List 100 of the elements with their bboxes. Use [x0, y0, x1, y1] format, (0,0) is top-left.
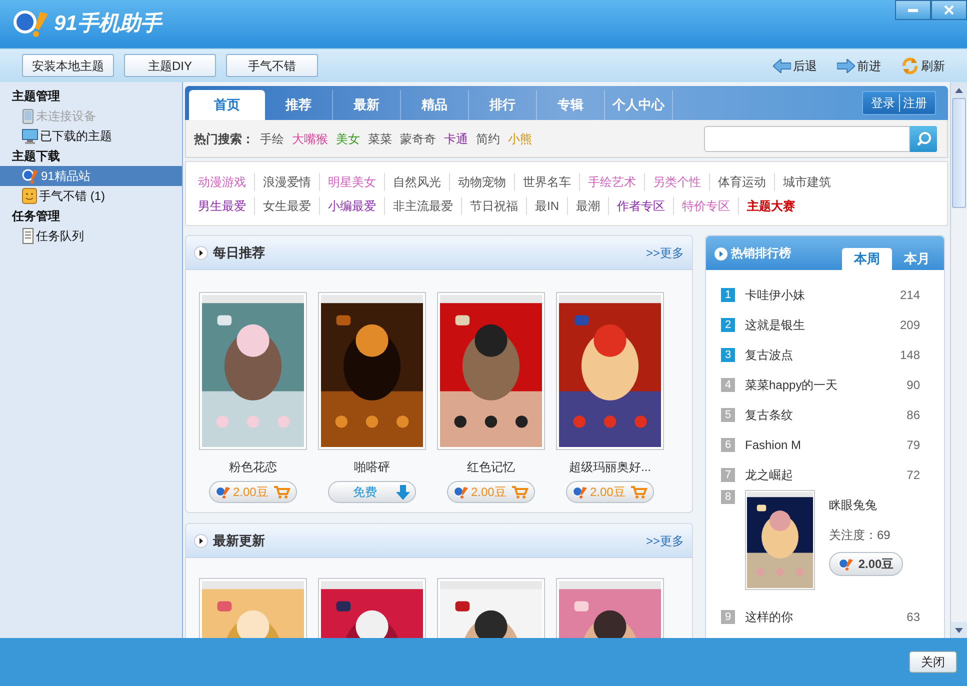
category-link[interactable]: 节日祝福 [461, 196, 526, 214]
theme-name: 啪嗒砰 [354, 459, 390, 476]
section-title: 最新更新 [213, 532, 265, 550]
rank-badge: 6 [721, 438, 735, 452]
rank-badge: 5 [721, 408, 735, 422]
category-link[interactable]: 城市建筑 [774, 172, 839, 190]
scroll-down-icon [955, 628, 963, 632]
download-count: 214 [900, 287, 920, 304]
theme-link[interactable]: 这样的你 [745, 608, 793, 626]
category-link[interactable]: 女生最爱 [254, 196, 319, 214]
theme-link[interactable]: 这就是银生 [745, 316, 805, 334]
document-icon [22, 228, 34, 244]
category-link[interactable]: 世界名车 [514, 172, 579, 190]
logo-icon [215, 486, 231, 498]
price-button[interactable]: 2.00豆 [829, 552, 903, 576]
logo-icon [22, 168, 39, 184]
left-arrow-icon [773, 58, 791, 72]
search-term-link[interactable]: 卡通 [444, 130, 468, 148]
minimize-button[interactable] [895, 0, 931, 20]
phone-icon [22, 108, 34, 124]
scrollbar-thumb[interactable] [952, 98, 966, 208]
search-term-link[interactable]: 大嘴猴 [292, 130, 328, 148]
refresh-icon [901, 56, 919, 74]
category-link[interactable]: 最潮 [567, 196, 608, 214]
cart-icon [511, 485, 529, 499]
more-link[interactable]: >>更多 [646, 244, 684, 262]
search-icon [916, 130, 932, 146]
theme-link[interactable]: 菜菜happy的一天 [745, 376, 838, 394]
play-icon [714, 247, 728, 261]
category-link[interactable]: 自然风光 [384, 172, 449, 190]
register-link[interactable]: 注册 [899, 94, 927, 112]
category-link[interactable]: 作者专区 [608, 196, 673, 214]
category-link[interactable]: 浪漫爱情 [254, 172, 319, 190]
theme-link[interactable]: 龙之崛起 [745, 466, 793, 484]
download-count: 148 [900, 347, 920, 364]
rank-badge: 1 [721, 288, 735, 302]
search-term-link[interactable]: 手绘 [260, 130, 284, 148]
theme-link[interactable]: 卡哇伊小妹 [745, 286, 805, 304]
rank-badge: 3 [721, 348, 735, 362]
rank-badge: 7 [721, 468, 735, 482]
monitor-icon [22, 128, 38, 144]
nav-button[interactable]: 刷新 [901, 56, 945, 74]
scroll-up-icon [955, 88, 963, 92]
sidebar-item[interactable]: 手气不错 (1) [0, 186, 182, 206]
toolbar-button[interactable]: 主题DIY [124, 54, 216, 77]
cart-icon [630, 485, 648, 499]
category-link[interactable]: 体育运动 [709, 172, 774, 190]
logo-icon [453, 486, 469, 498]
section-title: 每日推荐 [213, 244, 265, 262]
theme-link[interactable]: 复古条纹 [745, 406, 793, 424]
scrollbar[interactable] [950, 82, 967, 638]
theme-name[interactable]: 眯眼兔兔 [829, 496, 903, 514]
toolbar-button[interactable]: 手气不错 [226, 54, 318, 77]
rank-badge: 2 [721, 318, 735, 332]
toolbar-button[interactable]: 安装本地主题 [22, 54, 114, 77]
theme-link[interactable]: Fashion M [745, 436, 802, 454]
search-term-link[interactable]: 菜菜 [368, 130, 392, 148]
download-count: 86 [906, 407, 920, 424]
close-button[interactable]: 关闭 [909, 651, 957, 673]
category-link[interactable]: 非主流最爱 [384, 196, 461, 214]
smiley-icon [22, 188, 37, 204]
group-header: 主题下载 [11, 148, 61, 165]
play-icon [194, 534, 208, 548]
hot-search-label: 热门搜索： [194, 130, 254, 148]
download-count: 90 [906, 377, 920, 394]
sidebar-item[interactable]: 已下载的主题 [0, 126, 182, 146]
theme-name: 粉色花恋 [229, 459, 277, 476]
nav-button[interactable]: 前进 [837, 56, 881, 74]
download-count: 79 [906, 437, 920, 454]
sidebar-item[interactable]: 任务队列 [0, 226, 182, 246]
more-link[interactable]: >>更多 [646, 532, 684, 550]
sidebar-item[interactable]: 91精品站 [0, 166, 182, 186]
app-title: 91手机助手 [54, 11, 162, 38]
category-link[interactable]: 最IN [526, 196, 567, 214]
panel-title: 热销排行榜 [731, 245, 791, 262]
group-header: 主题管理 [11, 88, 61, 105]
download-count: 209 [900, 317, 920, 334]
category-link[interactable]: 主题大赛 [738, 196, 803, 214]
search-term-link[interactable]: 蒙奇奇 [400, 130, 436, 148]
search-term-link[interactable]: 简约 [476, 130, 500, 148]
category-link[interactable]: 小编最爱 [319, 196, 384, 214]
tab[interactable]: 本周 [842, 248, 892, 270]
tab[interactable]: 首页 [189, 90, 265, 120]
theme-name: 超级玛丽奥好... [568, 459, 651, 476]
group-header: 任务管理 [10, 208, 61, 225]
search-button[interactable] [910, 126, 937, 152]
attention-count: 关注度：69 [829, 527, 892, 544]
nav-button[interactable]: 后退 [773, 56, 817, 74]
rank-badge: 8 [721, 490, 735, 504]
logo-icon [572, 486, 588, 498]
category-link[interactable]: 男生最爱 [196, 196, 254, 214]
minimize-icon [908, 8, 918, 12]
download-icon [396, 484, 410, 500]
login-link[interactable]: 登录 [871, 94, 899, 112]
category-link[interactable]: 动物宠物 [449, 172, 514, 190]
close-icon [944, 5, 954, 15]
cart-icon [273, 485, 291, 499]
theme-link[interactable]: 复古波点 [745, 346, 793, 364]
search-field[interactable] [704, 126, 910, 152]
close-button[interactable] [931, 0, 967, 20]
